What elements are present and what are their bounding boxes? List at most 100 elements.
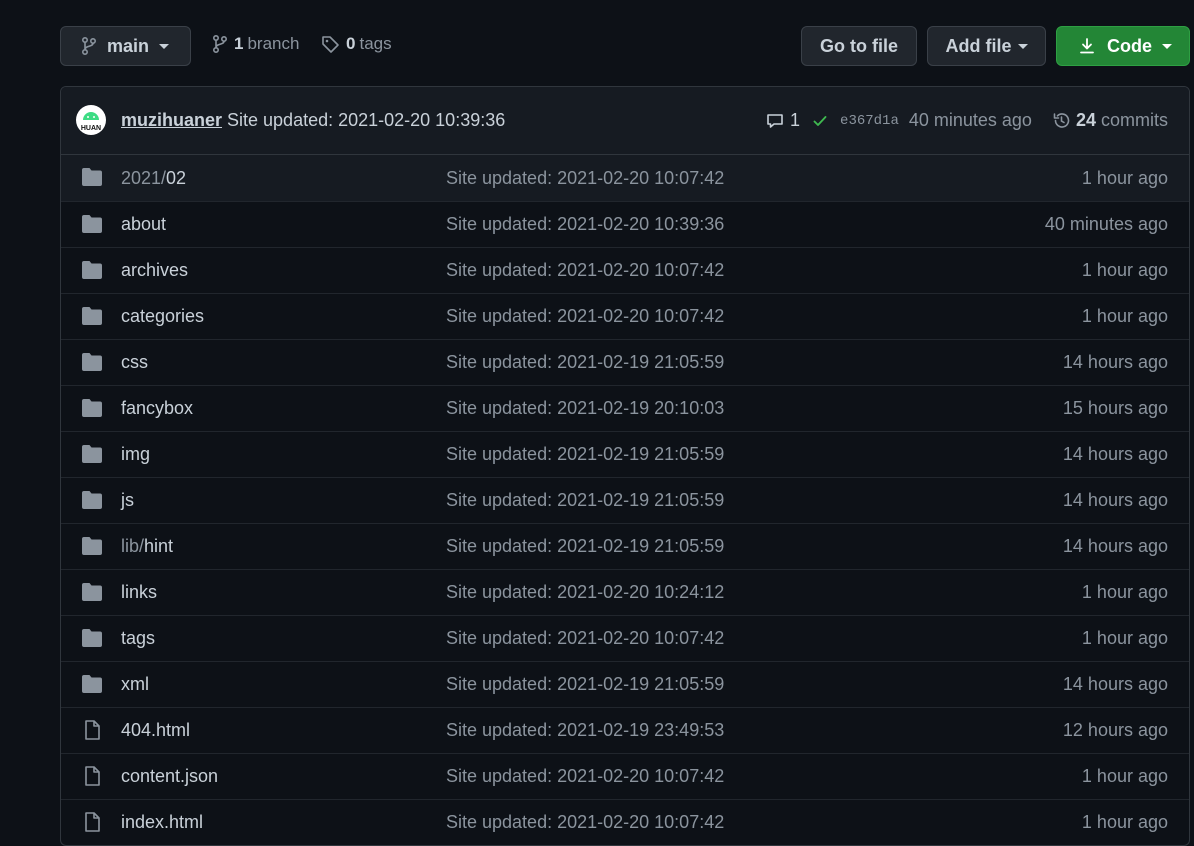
file-name: css [121, 352, 148, 372]
file-name: index.html [121, 812, 204, 832]
file-row[interactable]: 404.html Site updated: 2021-02-19 23:49:5… [61, 707, 1189, 753]
go-to-file-button[interactable]: Go to file [801, 26, 917, 66]
file-path-prefix: 2021/ [121, 167, 167, 188]
comment-count[interactable]: 1 [790, 110, 800, 131]
file-name-link[interactable]: xml [121, 674, 149, 695]
file-commit-message[interactable]: Site updated: 2021-02-20 10:07:42 [446, 168, 724, 189]
commits-count: 24 [1075, 110, 1096, 130]
file-name-link[interactable]: index.html [121, 812, 203, 833]
commit-details: 1 e367d1a 40 minutes ago 24 commits [766, 110, 1168, 131]
folder-icon [81, 352, 103, 372]
folder-icon [81, 260, 103, 280]
file-commit-age: 14 hours ago [1062, 352, 1168, 372]
file-commit-message[interactable]: Site updated: 2021-02-19 20:10:03 [446, 398, 724, 419]
file-list: 2021/02 Site updated: 2021-02-20 10:07:42… [61, 155, 1189, 845]
file-name-link[interactable]: js [121, 490, 134, 511]
file-commit-age: 14 hours ago [1062, 674, 1168, 694]
file-commit-message[interactable]: Site updated: 2021-02-19 21:05:59 [446, 536, 724, 557]
file-name-link[interactable]: 404.html [121, 720, 190, 741]
chevron-down-icon [159, 43, 170, 49]
file-commit-message[interactable]: Site updated: 2021-02-19 21:05:59 [446, 444, 724, 465]
code-label: Code [1107, 35, 1152, 56]
file-commit-message[interactable]: Site updated: 2021-02-20 10:24:12 [446, 582, 724, 603]
file-commit-message[interactable]: Site updated: 2021-02-19 21:05:59 [446, 352, 724, 373]
file-row[interactable]: fancybox Site updated: 2021-02-19 20:10:0… [61, 385, 1189, 431]
file-row[interactable]: 2021/02 Site updated: 2021-02-20 10:07:42… [61, 155, 1189, 201]
commit-summary: muzihuaner Site updated: 2021-02-20 10:3… [121, 110, 505, 131]
file-row[interactable]: categories Site updated: 2021-02-20 10:07… [61, 293, 1189, 339]
file-row[interactable]: content.json Site updated: 2021-02-20 10:… [61, 753, 1189, 799]
file-commit-age: 1 hour ago [1081, 167, 1168, 188]
file-name-link[interactable]: css [121, 352, 148, 373]
file-row[interactable]: index.html Site updated: 2021-02-20 10:07… [61, 799, 1189, 845]
file-commit-message[interactable]: Site updated: 2021-02-20 10:07:42 [446, 260, 724, 281]
file-name: 02 [166, 167, 187, 188]
branches-link[interactable]: 1 branch [212, 34, 299, 54]
file-row[interactable]: about Site updated: 2021-02-20 10:39:36 40… [61, 201, 1189, 247]
file-commit-message[interactable]: Site updated: 2021-02-19 21:05:59 [446, 490, 724, 511]
file-commit-age: 14 hours ago [1062, 536, 1168, 556]
file-browser: HUAN muzihuaner Site updated: 2021-02-20… [60, 86, 1190, 846]
file-row[interactable]: css Site updated: 2021-02-19 21:05:59 14 h… [61, 339, 1189, 385]
file-commit-age: 1 hour ago [1081, 812, 1168, 832]
commits-label: commits [1101, 110, 1168, 130]
tags-link[interactable]: 0 tags [321, 34, 392, 54]
file-row[interactable]: js Site updated: 2021-02-19 21:05:59 14 ho… [61, 477, 1189, 523]
file-row[interactable]: xml Site updated: 2021-02-19 21:05:59 14 h… [61, 661, 1189, 707]
commit-message[interactable]: Site updated: 2021-02-20 10:39:36 [227, 110, 505, 131]
file-name: hint [144, 536, 174, 556]
file-name-link[interactable]: archives [121, 260, 188, 281]
file-name-link[interactable]: categories [121, 306, 204, 327]
file-commit-age: 15 hours ago [1062, 398, 1168, 418]
file-name-link[interactable]: lib/hint [121, 536, 173, 557]
file-name-link[interactable]: content.json [121, 766, 218, 787]
git-branch-icon [81, 37, 97, 55]
commit-author-link[interactable]: muzihuaner [121, 110, 222, 131]
branch-name: main [107, 35, 150, 56]
folder-icon [81, 167, 103, 187]
file-name-link[interactable]: about [121, 214, 166, 235]
file-row[interactable]: lib/hint Site updated: 2021-02-19 21:05:5… [61, 523, 1189, 569]
file-name-link[interactable]: links [121, 582, 157, 603]
commits-link[interactable]: 24 commits [1076, 110, 1168, 131]
file-icon [81, 766, 103, 786]
go-to-file-label: Go to file [820, 35, 898, 56]
file-commit-message[interactable]: Site updated: 2021-02-20 10:39:36 [446, 214, 724, 235]
code-button[interactable]: Code [1056, 26, 1190, 66]
file-icon [81, 812, 103, 832]
tag-count: 0 [346, 34, 356, 53]
file-commit-age: 1 hour ago [1081, 582, 1168, 602]
file-name: xml [121, 674, 149, 694]
file-row[interactable]: img Site updated: 2021-02-19 21:05:59 14 h… [61, 431, 1189, 477]
file-name-link[interactable]: fancybox [121, 398, 193, 419]
commit-time: 40 minutes ago [908, 110, 1032, 130]
file-commit-message[interactable]: Site updated: 2021-02-20 10:07:42 [446, 628, 724, 649]
avatar[interactable]: HUAN [76, 105, 106, 135]
file-commit-message[interactable]: Site updated: 2021-02-20 10:07:42 [446, 306, 724, 327]
add-file-button[interactable]: Add file [927, 26, 1046, 66]
check-icon[interactable] [812, 113, 828, 129]
file-commit-age: 1 hour ago [1081, 260, 1168, 280]
add-file-label: Add file [945, 35, 1012, 56]
file-commit-message[interactable]: Site updated: 2021-02-20 10:07:42 [446, 812, 724, 833]
file-name-link[interactable]: 2021/02 [121, 168, 186, 189]
file-row[interactable]: links Site updated: 2021-02-20 10:24:12 1 … [61, 569, 1189, 615]
file-name: 404.html [121, 720, 191, 740]
file-commit-message[interactable]: Site updated: 2021-02-19 23:49:53 [446, 720, 724, 741]
comment-icon[interactable] [766, 112, 784, 130]
history-icon[interactable] [1052, 111, 1071, 130]
file-name: categories [121, 306, 205, 326]
folder-icon [81, 536, 103, 556]
branch-select-button[interactable]: main [60, 26, 191, 66]
branch-label: branch [247, 34, 300, 53]
file-row[interactable]: tags Site updated: 2021-02-20 10:07:42 1 h… [61, 615, 1189, 661]
file-commit-message[interactable]: Site updated: 2021-02-20 10:07:42 [446, 766, 724, 787]
file-row[interactable]: archives Site updated: 2021-02-20 10:07:4… [61, 247, 1189, 293]
file-commit-message[interactable]: Site updated: 2021-02-19 21:05:59 [446, 674, 724, 695]
file-name-link[interactable]: tags [121, 628, 155, 649]
file-name: js [121, 490, 134, 510]
avatar-text: HUAN [81, 125, 101, 132]
file-name-link[interactable]: img [121, 444, 150, 465]
commit-sha-link[interactable]: e367d1a [840, 113, 899, 129]
repo-toolbar: main 1 branch 0 tags Go to file Add file… [0, 0, 1194, 86]
